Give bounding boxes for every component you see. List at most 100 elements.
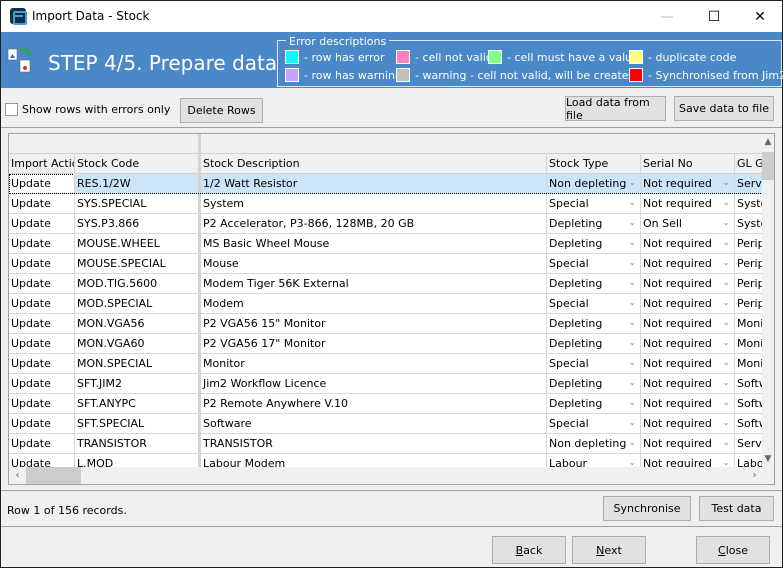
cell-stock-type[interactable]: Special ⌄ — [547, 414, 641, 433]
horizontal-scrollbar[interactable]: ‹ › — [9, 467, 763, 484]
chevron-down-icon[interactable]: ⌄ — [722, 234, 730, 253]
cell-stock-description[interactable]: Modem Tiger 56K External — [201, 274, 547, 293]
cell-stock-description[interactable]: Jim2 Workflow Licence — [201, 374, 547, 393]
cell-stock-description[interactable]: Software — [201, 414, 547, 433]
vertical-scrollbar[interactable]: ▲ ▼ — [762, 134, 774, 467]
scroll-up-icon[interactable]: ▲ — [762, 134, 774, 150]
table-row[interactable]: Update MON.VGA56 P2 VGA56 15" Monitor Deple… — [9, 314, 763, 334]
cell-stock-code[interactable]: TRANSISTOR — [75, 434, 201, 453]
chevron-down-icon[interactable]: ⌄ — [722, 354, 730, 373]
cell-stock-code[interactable]: MOD.TIG.5600 — [75, 274, 201, 293]
test-data-button[interactable]: Test data — [699, 496, 774, 521]
cell-gl-group[interactable]: Softw — [735, 394, 763, 413]
cell-serial-no[interactable]: Not required ⌄ — [641, 374, 735, 393]
cell-serial-no[interactable]: Not required ⌄ — [641, 174, 735, 193]
cell-stock-description[interactable]: Mouse — [201, 254, 547, 273]
column-header-stock-description[interactable]: Stock Description — [201, 154, 547, 174]
chevron-down-icon[interactable]: ⌄ — [722, 374, 730, 393]
table-row[interactable]: Update TRANSISTOR TRANSISTOR Non depleting ⌄… — [9, 434, 763, 454]
cell-stock-type[interactable]: Depleting ⌄ — [547, 314, 641, 333]
chevron-down-icon[interactable]: ⌄ — [628, 294, 636, 313]
save-data-button[interactable]: Save data to file — [674, 96, 774, 121]
chevron-down-icon[interactable]: ⌄ — [722, 314, 730, 333]
cell-serial-no[interactable]: Not required ⌄ — [641, 414, 735, 433]
cell-stock-code[interactable]: MON.VGA60 — [75, 334, 201, 353]
cell-import-action[interactable]: Update — [9, 254, 75, 273]
cell-stock-type[interactable]: Special ⌄ — [547, 294, 641, 313]
cell-stock-type[interactable]: Non depleting ⌄ — [547, 434, 641, 453]
cell-import-action[interactable]: Update — [9, 194, 75, 213]
cell-serial-no[interactable]: Not required ⌄ — [641, 274, 735, 293]
column-header-gl-group[interactable]: GL Gr — [735, 154, 763, 174]
chevron-down-icon[interactable]: ⌄ — [628, 334, 636, 353]
chevron-down-icon[interactable]: ⌄ — [628, 414, 636, 433]
cell-gl-group[interactable]: Servi — [735, 174, 763, 193]
cell-stock-code[interactable]: MOUSE.SPECIAL — [75, 254, 201, 273]
cell-stock-type[interactable]: Depleting ⌄ — [547, 334, 641, 353]
chevron-down-icon[interactable]: ⌄ — [628, 274, 636, 293]
cell-import-action[interactable]: Update — [9, 434, 75, 453]
chevron-down-icon[interactable]: ⌄ — [628, 214, 636, 233]
cell-stock-code[interactable]: SFT.JIM2 — [75, 374, 201, 393]
cell-gl-group[interactable]: Servi — [735, 434, 763, 453]
chevron-down-icon[interactable]: ⌄ — [722, 174, 730, 193]
cell-serial-no[interactable]: Not required ⌄ — [641, 234, 735, 253]
cell-gl-group[interactable]: Perip — [735, 274, 763, 293]
cell-stock-description[interactable]: P2 Remote Anywhere V.10 — [201, 394, 547, 413]
table-row[interactable]: Update SYS.SPECIAL System Special ⌄ Not requi… — [9, 194, 763, 214]
chevron-down-icon[interactable]: ⌄ — [628, 434, 636, 453]
column-header-serial-no[interactable]: Serial No — [641, 154, 735, 174]
cell-stock-type[interactable]: Special ⌄ — [547, 354, 641, 373]
cell-stock-type[interactable]: Depleting ⌄ — [547, 394, 641, 413]
cell-import-action[interactable]: Update — [9, 394, 75, 413]
cell-serial-no[interactable]: Not required ⌄ — [641, 294, 735, 313]
chevron-down-icon[interactable]: ⌄ — [628, 394, 636, 413]
cell-stock-description[interactable]: 1/2 Watt Resistor — [201, 174, 547, 193]
cell-stock-code[interactable]: SFT.ANYPC — [75, 394, 201, 413]
cell-gl-group[interactable]: Softw — [735, 414, 763, 433]
cell-stock-code[interactable]: MON.SPECIAL — [75, 354, 201, 373]
vertical-scroll-thumb[interactable] — [762, 152, 774, 180]
cell-stock-code[interactable]: SYS.P3.866 — [75, 214, 201, 233]
table-row[interactable]: Update MON.SPECIAL Monitor Special ⌄ Not requ… — [9, 354, 763, 374]
cell-serial-no[interactable]: Not required ⌄ — [641, 254, 735, 273]
column-header-stock-type[interactable]: Stock Type — [547, 154, 641, 174]
scroll-down-icon[interactable]: ▼ — [762, 451, 774, 467]
cell-stock-code[interactable]: MOUSE.WHEEL — [75, 234, 201, 253]
close-window-button[interactable]: ✕ — [737, 1, 783, 32]
back-button[interactable]: Back — [492, 536, 566, 564]
cell-gl-group[interactable]: Monit — [735, 334, 763, 353]
cell-stock-description[interactable]: Monitor — [201, 354, 547, 373]
table-row[interactable]: Update SFT.JIM2 Jim2 Workflow Licence Deple… — [9, 374, 763, 394]
cell-import-action[interactable]: Update — [9, 414, 75, 433]
table-row[interactable]: Update SFT.ANYPC P2 Remote Anywhere V.10 De… — [9, 394, 763, 414]
cell-stock-description[interactable]: TRANSISTOR — [201, 434, 547, 453]
delete-rows-button[interactable]: Delete Rows — [180, 98, 263, 123]
column-header-import-action[interactable]: Import Actio — [9, 154, 75, 174]
cell-stock-description[interactable]: System — [201, 194, 547, 213]
maximize-button[interactable]: ☐ — [691, 1, 737, 32]
cell-stock-type[interactable]: Special ⌄ — [547, 194, 641, 213]
cell-stock-description[interactable]: Modem — [201, 294, 547, 313]
next-button[interactable]: Next — [572, 536, 646, 564]
chevron-down-icon[interactable]: ⌄ — [628, 194, 636, 213]
cell-stock-type[interactable]: Depleting ⌄ — [547, 274, 641, 293]
cell-import-action[interactable]: Update — [9, 214, 75, 233]
cell-stock-type[interactable]: Special ⌄ — [547, 254, 641, 273]
cell-stock-description[interactable]: P2 VGA56 15" Monitor — [201, 314, 547, 333]
chevron-down-icon[interactable]: ⌄ — [628, 354, 636, 373]
chevron-down-icon[interactable]: ⌄ — [722, 214, 730, 233]
cell-gl-group[interactable]: Syste — [735, 214, 763, 233]
chevron-down-icon[interactable]: ⌄ — [722, 274, 730, 293]
table-row[interactable]: Update MOUSE.SPECIAL Mouse Special ⌄ Not requ… — [9, 254, 763, 274]
cell-serial-no[interactable]: Not required ⌄ — [641, 194, 735, 213]
cell-stock-code[interactable]: MON.VGA56 — [75, 314, 201, 333]
cell-gl-group[interactable]: Perip — [735, 294, 763, 313]
chevron-down-icon[interactable]: ⌄ — [628, 174, 636, 193]
cell-serial-no[interactable]: Not required ⌄ — [641, 334, 735, 353]
cell-gl-group[interactable]: Softw — [735, 374, 763, 393]
cell-stock-code[interactable]: RES.1/2W — [75, 174, 201, 193]
table-row[interactable]: Update MOD.TIG.5600 Modem Tiger 56K Extern… — [9, 274, 763, 294]
cell-gl-group[interactable]: Monit — [735, 354, 763, 373]
scroll-right-icon[interactable]: › — [746, 467, 763, 484]
